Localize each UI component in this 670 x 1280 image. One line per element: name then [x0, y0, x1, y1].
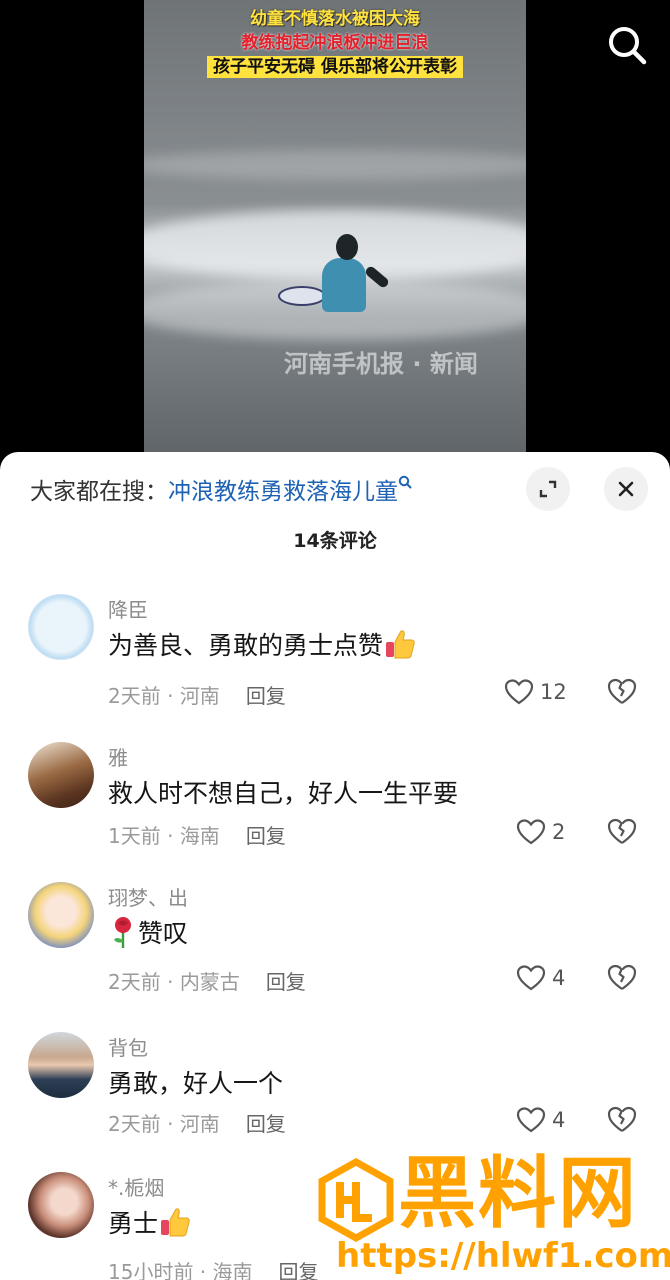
- like-button[interactable]: 2: [516, 816, 565, 848]
- like-button[interactable]: 12: [504, 676, 567, 708]
- comment-username[interactable]: 背包: [108, 1032, 148, 1061]
- trending-search-prefix: 大家都在搜：: [30, 479, 168, 505]
- video-caption-line3: 孩子平安无碍 俱乐部将公开表彰: [144, 56, 526, 79]
- comment-time: 15小时前: [108, 1260, 194, 1280]
- thumbs-up-icon: [158, 1205, 192, 1245]
- site-watermark-url: https://hlwf1.com: [336, 1236, 670, 1276]
- comment-text: 勇敢，好人一个: [108, 1069, 284, 1098]
- wave-far: [144, 150, 526, 180]
- close-icon: [618, 481, 634, 497]
- comment-meta: 1天前 · 海南 回复: [108, 824, 286, 848]
- comment-meta: 15小时前 · 海南 回复: [108, 1256, 319, 1280]
- comment-text: 勇士: [108, 1204, 192, 1245]
- expand-button[interactable]: [526, 467, 570, 511]
- comment-location: 河南: [179, 1112, 220, 1136]
- surfer: [322, 258, 366, 312]
- expand-icon: [539, 480, 557, 498]
- heart-icon: [516, 965, 546, 991]
- rose-icon: [108, 914, 138, 956]
- comment-text: 救人时不想自己，好人一生平要: [108, 779, 459, 808]
- search-icon: [609, 27, 647, 65]
- comment-time: 1天前: [108, 824, 161, 848]
- video-caption-line1: 幼童不慎落水被困大海: [250, 9, 420, 29]
- avatar[interactable]: [28, 1032, 94, 1098]
- avatar[interactable]: [28, 1172, 94, 1238]
- comment-time: 2天前: [108, 1112, 161, 1136]
- comment-text-content: 为善良、勇敢的勇士点赞: [108, 631, 384, 660]
- video-player[interactable]: 幼童不慎落水被困大海 教练抱起冲浪板冲进巨浪 孩子平安无碍 俱乐部将公开表彰 河…: [144, 0, 526, 452]
- comment-item: 雅 救人时不想自己，好人一生平要 1天前 · 海南 回复 2: [0, 742, 670, 882]
- comment-location: 河南: [179, 684, 220, 708]
- close-button[interactable]: [604, 467, 648, 511]
- video-caption-line2: 教练抱起冲浪板冲进巨浪: [241, 33, 429, 53]
- video-watermark: 河南手机报 · 新闻: [284, 350, 478, 378]
- reply-button[interactable]: 回复: [246, 684, 286, 708]
- comment-count: 14条评论: [293, 530, 377, 552]
- dislike-button[interactable]: [606, 1104, 638, 1136]
- comment-time: 2天前: [108, 684, 161, 708]
- trending-search[interactable]: 大家都在搜：冲浪教练勇救落海儿童: [30, 472, 412, 506]
- comment-time: 2天前: [108, 970, 161, 994]
- like-count: 12: [540, 680, 567, 704]
- like-button[interactable]: 4: [516, 1104, 565, 1136]
- comment-username[interactable]: 降臣: [108, 594, 148, 623]
- comment-meta: 2天前 · 内蒙古 回复: [108, 970, 306, 994]
- comment-username[interactable]: 雅: [108, 742, 128, 771]
- comment-text: 为善良、勇敢的勇士点赞: [108, 626, 417, 667]
- like-count: 4: [552, 966, 566, 990]
- comment-location: 海南: [212, 1260, 253, 1280]
- broken-heart-icon: [607, 1106, 637, 1132]
- reply-button[interactable]: 回复: [266, 970, 306, 994]
- comment-item: 降臣 为善良、勇敢的勇士点赞 2天前 · 河南 回复 12: [0, 594, 670, 734]
- heart-icon: [504, 679, 534, 705]
- comment-meta: 2天前 · 河南 回复: [108, 1112, 286, 1136]
- dislike-button[interactable]: [606, 676, 638, 708]
- comment-location: 海南: [179, 824, 220, 848]
- comment-location: 内蒙古: [179, 970, 240, 994]
- comment-text-content: 赞叹: [138, 919, 189, 948]
- surfboard: [278, 286, 326, 306]
- dislike-button[interactable]: [606, 962, 638, 994]
- broken-heart-icon: [607, 678, 637, 704]
- dislike-button[interactable]: [606, 816, 638, 848]
- comment-text: 赞叹: [108, 914, 188, 956]
- screen: 幼童不慎落水被困大海 教练抱起冲浪板冲进巨浪 孩子平安无碍 俱乐部将公开表彰 河…: [0, 0, 670, 1280]
- comment-item: 珝梦、出 赞叹 2天前 · 内蒙古 回复 4: [0, 882, 670, 1022]
- avatar[interactable]: [28, 594, 94, 660]
- broken-heart-icon: [607, 964, 637, 990]
- like-button[interactable]: 4: [516, 962, 565, 994]
- site-watermark-name: 黑料网: [398, 1149, 639, 1239]
- comment-text-content: 勇士: [108, 1209, 159, 1238]
- reply-button[interactable]: 回复: [246, 824, 286, 848]
- heart-icon: [516, 819, 546, 845]
- surfer-head: [336, 234, 358, 260]
- reply-button[interactable]: 回复: [246, 1112, 286, 1136]
- trending-search-query[interactable]: 冲浪教练勇救落海儿童: [168, 479, 398, 505]
- thumbs-up-icon: [383, 627, 417, 667]
- comment-username[interactable]: 珝梦、出: [108, 882, 188, 911]
- avatar[interactable]: [28, 742, 94, 808]
- search-small-icon: [398, 472, 412, 498]
- comment-username[interactable]: *.栀烟: [108, 1172, 164, 1201]
- avatar[interactable]: [28, 882, 94, 948]
- search-button[interactable]: [604, 22, 650, 68]
- site-logo-icon: [318, 1158, 394, 1242]
- broken-heart-icon: [607, 818, 637, 844]
- like-count: 4: [552, 1108, 566, 1132]
- like-count: 2: [552, 820, 566, 844]
- comment-meta: 2天前 · 河南 回复: [108, 684, 286, 708]
- video-caption-line3-text: 孩子平安无碍 俱乐部将公开表彰: [207, 56, 463, 78]
- heart-icon: [516, 1107, 546, 1133]
